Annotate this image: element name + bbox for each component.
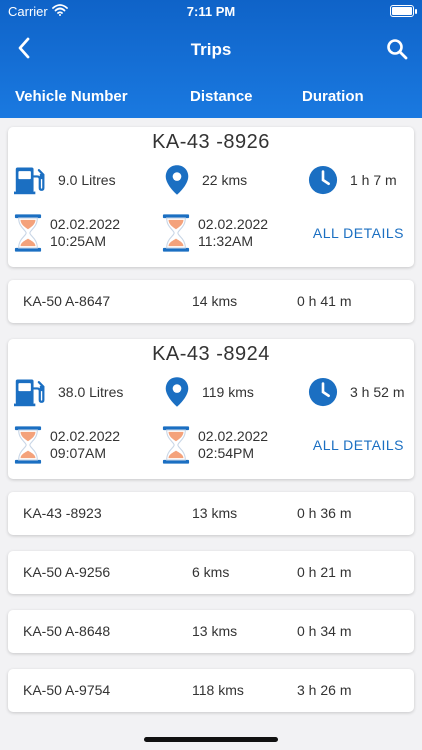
nav-bar: Trips: [0, 22, 422, 78]
start-time: 10:25AM: [50, 233, 107, 249]
fuel-value: 38.0 Litres: [58, 384, 124, 400]
end-time: 11:32AM: [198, 233, 253, 249]
trip-card-expanded[interactable]: KA-43 -8926 9.0 Litres 22 kms 1 h 7 m 02…: [8, 127, 414, 267]
row-vehicle-number: KA-50 A-8647: [23, 293, 111, 309]
distance-value: 119 kms: [202, 384, 254, 400]
row-distance: 118 kms: [192, 682, 244, 698]
all-details-link[interactable]: ALL DETAILS: [313, 225, 404, 241]
trip-vehicle-number: KA-43 -8926: [152, 131, 270, 153]
column-header-distance: Distance: [190, 88, 253, 105]
row-duration: 0 h 36 m: [297, 505, 352, 521]
distance-value: 22 kms: [202, 172, 248, 188]
location-pin-icon: [164, 164, 190, 196]
row-distance: 14 kms: [192, 293, 238, 309]
start-time: 09:07AM: [50, 445, 107, 461]
row-duration: 0 h 41 m: [297, 293, 352, 309]
duration-metric: 1 h 7 m: [308, 163, 397, 197]
hourglass-icon: [162, 425, 190, 465]
start-time-block: 02.02.2022 10:25AM: [14, 213, 120, 253]
end-time-block: 02.02.2022 02:54PM: [162, 425, 268, 465]
fuel-metric: 9.0 Litres: [14, 163, 116, 197]
end-date: 02.02.2022: [198, 216, 269, 232]
status-bar: Carrier 7:11 PM: [0, 0, 422, 22]
fuel-pump-icon: [14, 376, 46, 408]
fuel-pump-icon: [14, 164, 46, 196]
page-title: Trips: [190, 40, 232, 59]
column-header-duration: Duration: [302, 88, 364, 105]
all-details-link[interactable]: ALL DETAILS: [313, 437, 404, 453]
fuel-value: 9.0 Litres: [58, 172, 116, 188]
row-duration: 0 h 34 m: [297, 623, 352, 639]
clock-icon: [308, 377, 338, 407]
battery-icon: [390, 5, 417, 17]
status-time: 7:11 PM: [186, 4, 236, 19]
column-header-vehicle: Vehicle Number: [15, 88, 128, 105]
trip-row[interactable]: KA-50 A-8648 13 kms 0 h 34 m: [8, 610, 414, 653]
row-distance: 6 kms: [192, 564, 230, 580]
hourglass-icon: [14, 213, 42, 253]
row-duration: 0 h 21 m: [297, 564, 352, 580]
home-indicator: [144, 737, 278, 742]
row-vehicle-number: KA-50 A-9256: [23, 564, 111, 580]
end-time-block: 02.02.2022 11:32AM: [162, 213, 268, 253]
duration-metric: 3 h 52 m: [308, 375, 404, 409]
row-distance: 13 kms: [192, 623, 238, 639]
clock-icon: [308, 165, 338, 195]
start-time-block: 02.02.2022 09:07AM: [14, 425, 120, 465]
start-date: 02.02.2022: [50, 428, 121, 444]
app-header: Carrier 7:11 PM Trips Vehicle Number Dis…: [0, 0, 422, 118]
column-headers: Vehicle Number Distance Duration: [0, 78, 422, 118]
fuel-metric: 38.0 Litres: [14, 375, 123, 409]
row-vehicle-number: KA-43 -8923: [23, 505, 102, 521]
hourglass-icon: [14, 425, 42, 465]
duration-value: 3 h 52 m: [350, 384, 405, 400]
row-distance: 13 kms: [192, 505, 238, 521]
start-date: 02.02.2022: [50, 216, 121, 232]
trip-card-expanded[interactable]: KA-43 -8924 38.0 Litres 119 kms 3 h 52 m…: [8, 339, 414, 479]
trip-row[interactable]: KA-43 -8923 13 kms 0 h 36 m: [8, 492, 414, 535]
hourglass-icon: [162, 213, 190, 253]
trip-row[interactable]: KA-50 A-9754 118 kms 3 h 26 m: [8, 669, 414, 712]
trip-row[interactable]: KA-50 A-9256 6 kms 0 h 21 m: [8, 551, 414, 594]
search-icon: [387, 39, 408, 60]
duration-value: 1 h 7 m: [350, 172, 397, 188]
end-time: 02:54PM: [198, 445, 255, 461]
distance-metric: 22 kms: [164, 163, 247, 197]
distance-metric: 119 kms: [164, 375, 254, 409]
location-pin-icon: [164, 376, 190, 408]
row-duration: 3 h 26 m: [297, 682, 352, 698]
row-vehicle-number: KA-50 A-8648: [23, 623, 111, 639]
search-button[interactable]: [384, 36, 410, 62]
end-date: 02.02.2022: [198, 428, 269, 444]
row-vehicle-number: KA-50 A-9754: [23, 682, 111, 698]
trip-vehicle-number: KA-43 -8924: [152, 343, 270, 365]
trip-row[interactable]: KA-50 A-8647 14 kms 0 h 41 m: [8, 280, 414, 323]
